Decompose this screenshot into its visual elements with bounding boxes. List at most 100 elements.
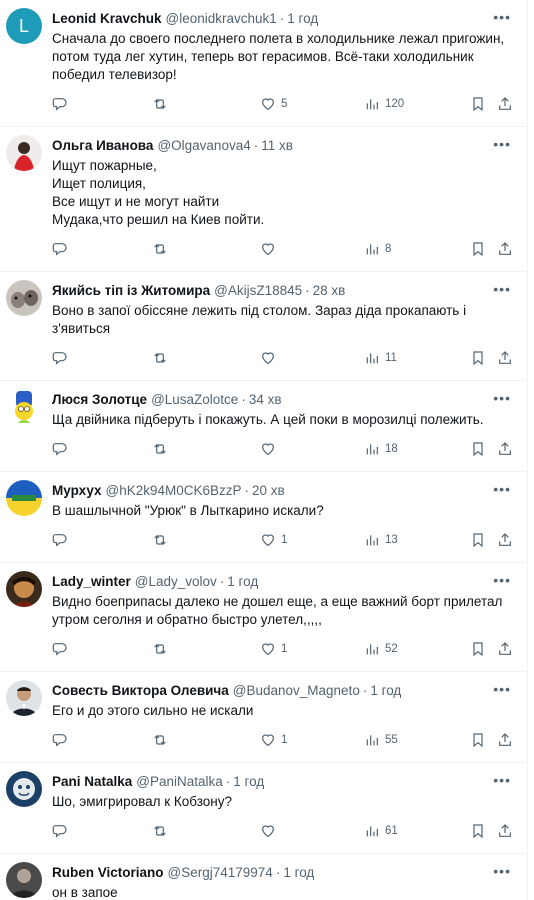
- reply-tweet[interactable]: Lady_winter @Lady_volov · 1 год ••• Видн…: [0, 563, 527, 672]
- timestamp[interactable]: 28 хв: [313, 282, 346, 300]
- share-button[interactable]: [497, 532, 513, 548]
- author-handle[interactable]: @leonidkravchuk1: [166, 10, 277, 28]
- like-button[interactable]: 1: [260, 532, 287, 548]
- reply-button[interactable]: [52, 732, 68, 748]
- author-handle[interactable]: @LusaZolotce: [151, 391, 238, 409]
- more-options-icon[interactable]: •••: [493, 864, 511, 878]
- retweet-button[interactable]: [152, 96, 168, 112]
- avatar[interactable]: [6, 680, 42, 716]
- author-handle[interactable]: @PaniNatalka: [136, 773, 223, 791]
- like-button[interactable]: [260, 823, 281, 839]
- more-options-icon[interactable]: •••: [493, 773, 511, 787]
- bookmark-button[interactable]: [470, 823, 486, 839]
- views-button[interactable]: 120: [364, 96, 404, 112]
- bookmark-button[interactable]: [470, 350, 486, 366]
- more-options-icon[interactable]: •••: [493, 482, 511, 496]
- avatar[interactable]: [6, 571, 42, 607]
- timestamp[interactable]: 1 год: [233, 773, 264, 791]
- retweet-button[interactable]: [152, 350, 168, 366]
- share-button[interactable]: [497, 441, 513, 457]
- retweet-button[interactable]: [152, 441, 168, 457]
- timestamp[interactable]: 34 хв: [249, 391, 282, 409]
- reply-tweet[interactable]: Pani Natalka @PaniNatalka · 1 год ••• Шо…: [0, 763, 527, 854]
- share-button[interactable]: [497, 732, 513, 748]
- reply-button[interactable]: [52, 350, 68, 366]
- retweet-button[interactable]: [152, 823, 168, 839]
- views-button[interactable]: 52: [364, 641, 398, 657]
- author-name[interactable]: Совесть Виктора Олевича: [52, 682, 229, 700]
- bookmark-button[interactable]: [470, 241, 486, 257]
- more-options-icon[interactable]: •••: [493, 682, 511, 696]
- author-name[interactable]: Lady_winter: [52, 573, 131, 591]
- bookmark-button[interactable]: [470, 96, 486, 112]
- retweet-button[interactable]: [152, 241, 168, 257]
- reply-tweet[interactable]: Совесть Виктора Олевича @Budanov_Magneto…: [0, 672, 527, 763]
- like-button[interactable]: 1: [260, 641, 287, 657]
- author-name[interactable]: Leonid Kravchuk: [52, 10, 162, 28]
- bookmark-button[interactable]: [470, 532, 486, 548]
- avatar[interactable]: [6, 389, 42, 425]
- author-name[interactable]: Ruben Victoriano: [52, 864, 164, 882]
- share-button[interactable]: [497, 241, 513, 257]
- reply-button[interactable]: [52, 441, 68, 457]
- more-options-icon[interactable]: •••: [493, 282, 511, 296]
- reply-tweet[interactable]: L Leonid Kravchuk @leonidkravchuk1 · 1 г…: [0, 0, 527, 127]
- more-options-icon[interactable]: •••: [493, 391, 511, 405]
- like-button[interactable]: [260, 241, 281, 257]
- share-button[interactable]: [497, 96, 513, 112]
- timestamp[interactable]: 20 хв: [252, 482, 285, 500]
- reply-button[interactable]: [52, 641, 68, 657]
- more-options-icon[interactable]: •••: [493, 137, 511, 151]
- views-button[interactable]: 11: [364, 350, 397, 366]
- retweet-button[interactable]: [152, 732, 168, 748]
- author-handle[interactable]: @Sergj74179974: [168, 864, 273, 882]
- author-name[interactable]: Якийсь тіп із Житомира: [52, 282, 210, 300]
- author-handle[interactable]: @Olgavanova4: [157, 137, 250, 155]
- retweet-button[interactable]: [152, 532, 168, 548]
- share-button[interactable]: [497, 641, 513, 657]
- avatar[interactable]: [6, 771, 42, 807]
- views-button[interactable]: 61: [364, 823, 398, 839]
- author-handle[interactable]: @AkijsZ18845: [214, 282, 302, 300]
- share-button[interactable]: [497, 350, 513, 366]
- reply-tweet[interactable]: Ruben Victoriano @Sergj74179974 · 1 год …: [0, 854, 527, 900]
- like-button[interactable]: [260, 441, 281, 457]
- bookmark-button[interactable]: [470, 732, 486, 748]
- views-button[interactable]: 13: [364, 532, 398, 548]
- timestamp[interactable]: 1 год: [287, 10, 318, 28]
- avatar[interactable]: [6, 280, 42, 316]
- author-name[interactable]: Мурхух: [52, 482, 102, 500]
- reply-tweet[interactable]: Якийсь тіп із Житомира @AkijsZ18845 · 28…: [0, 272, 527, 381]
- author-handle[interactable]: @Lady_volov: [135, 573, 217, 591]
- avatar[interactable]: [6, 862, 42, 898]
- avatar[interactable]: [6, 480, 42, 516]
- bookmark-button[interactable]: [470, 641, 486, 657]
- more-options-icon[interactable]: •••: [493, 573, 511, 587]
- timestamp[interactable]: 1 год: [227, 573, 258, 591]
- views-button[interactable]: 18: [364, 441, 398, 457]
- author-name[interactable]: Ольга Иванова: [52, 137, 153, 155]
- reply-button[interactable]: [52, 241, 68, 257]
- reply-tweet[interactable]: Ольга Иванова @Olgavanova4 · 11 хв ••• И…: [0, 127, 527, 272]
- reply-tweet[interactable]: Мурхух @hK2k94M0CK6BzzP · 20 хв ••• В ша…: [0, 472, 527, 563]
- author-name[interactable]: Люся Золотце: [52, 391, 147, 409]
- reply-tweet[interactable]: Люся Золотце @LusaZolotce · 34 хв ••• Ща…: [0, 381, 527, 472]
- share-button[interactable]: [497, 823, 513, 839]
- author-handle[interactable]: @Budanov_Magneto: [233, 682, 360, 700]
- like-button[interactable]: 1: [260, 732, 287, 748]
- avatar[interactable]: L: [6, 8, 42, 44]
- views-button[interactable]: 8: [364, 241, 391, 257]
- reply-button[interactable]: [52, 823, 68, 839]
- reply-button[interactable]: [52, 96, 68, 112]
- timestamp[interactable]: 11 хв: [261, 137, 293, 155]
- timestamp[interactable]: 1 год: [370, 682, 401, 700]
- bookmark-button[interactable]: [470, 441, 486, 457]
- like-button[interactable]: 5: [260, 96, 287, 112]
- timestamp[interactable]: 1 год: [283, 864, 314, 882]
- retweet-button[interactable]: [152, 641, 168, 657]
- reply-button[interactable]: [52, 532, 68, 548]
- author-name[interactable]: Pani Natalka: [52, 773, 132, 791]
- avatar[interactable]: [6, 135, 42, 171]
- author-handle[interactable]: @hK2k94M0CK6BzzP: [106, 482, 242, 500]
- more-options-icon[interactable]: •••: [493, 10, 511, 24]
